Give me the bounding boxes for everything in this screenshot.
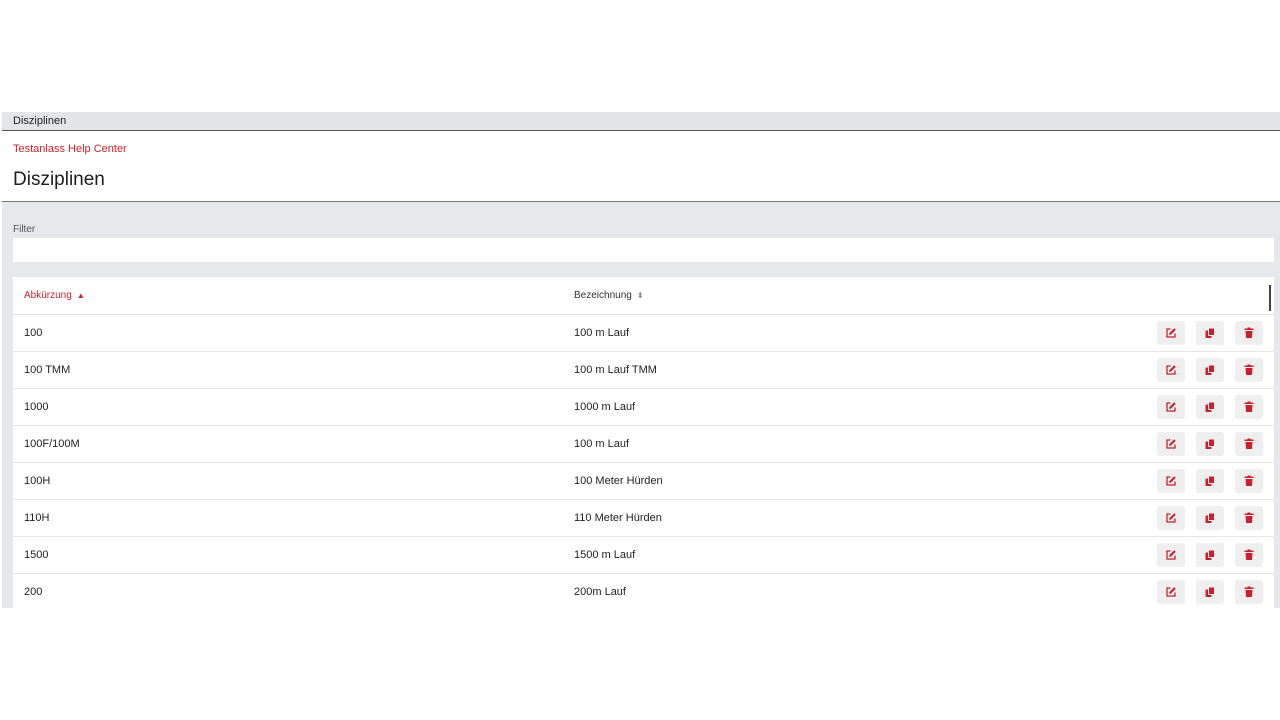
app-window: Disziplinen Testanlass Help Center Diszi… [2,112,1280,608]
copy-button[interactable] [1196,395,1224,419]
table-row[interactable]: 110H 110 Meter Hürden [13,500,1274,537]
delete-button[interactable] [1235,432,1263,456]
trash-icon [1243,549,1255,561]
table-body: 100 100 m Lauf 100 TMM 100 m Lauf TMM 1000 10… [13,315,1274,608]
column-header-abkuerzung[interactable]: Abkürzung ▲ [24,290,85,301]
cell-bezeichnung: 100 m Lauf TMM [574,364,657,376]
row-actions [1157,358,1263,382]
table-row[interactable]: 100H 100 Meter Hürden [13,463,1274,500]
cell-abkuerzung: 100 [24,327,43,339]
copy-button[interactable] [1196,321,1224,345]
trash-icon [1243,512,1255,524]
trash-icon [1243,364,1255,376]
row-actions [1157,395,1263,419]
filter-label: Filter [13,224,36,235]
cell-bezeichnung: 1500 m Lauf [574,549,636,561]
copy-icon [1204,549,1216,561]
delete-button[interactable] [1235,395,1263,419]
delete-button[interactable] [1235,321,1263,345]
edit-icon [1165,364,1177,376]
table-row[interactable]: 1000 1000 m Lauf [13,389,1274,426]
cell-abkuerzung: 1500 [24,549,49,561]
edit-icon [1165,549,1177,561]
copy-button[interactable] [1196,506,1224,530]
row-actions [1157,543,1263,567]
copy-icon [1204,475,1216,487]
cell-abkuerzung: 100H [24,475,51,487]
row-actions [1157,580,1263,604]
cell-bezeichnung: 100 Meter Hürden [574,475,663,487]
copy-icon [1204,586,1216,598]
cell-abkuerzung: 200 [24,586,43,598]
cell-bezeichnung: 100 m Lauf [574,438,630,450]
trash-icon [1243,586,1255,598]
copy-button[interactable] [1196,432,1224,456]
row-actions [1157,469,1263,493]
row-actions [1157,432,1263,456]
edit-button[interactable] [1157,506,1185,530]
disciplines-table: Abkürzung ▲ Bezeichnung ⬍ 100 100 m Lauf 1… [13,277,1274,608]
delete-button[interactable] [1235,506,1263,530]
cell-bezeichnung: 100 m Lauf [574,327,630,339]
filter-input[interactable] [13,238,1274,262]
page-header: Testanlass Help Center Disziplinen [2,131,1280,202]
table-row[interactable]: 100 TMM 100 m Lauf TMM [13,352,1274,389]
page-title: Disziplinen [13,169,105,190]
copy-icon [1204,327,1216,339]
cell-abkuerzung: 100 TMM [24,364,71,376]
breadcrumb[interactable]: Testanlass Help Center [13,143,127,155]
cell-bezeichnung: 110 Meter Hürden [574,512,662,524]
table-row[interactable]: 100 100 m Lauf [13,315,1274,352]
scrollbar-thumb[interactable] [1269,285,1271,311]
table-row[interactable]: 100F/100M 100 m Lauf [13,426,1274,463]
edit-icon [1165,438,1177,450]
table-row[interactable]: 1500 1500 m Lauf [13,537,1274,574]
copy-button[interactable] [1196,543,1224,567]
sort-unsorted-icon: ⬍ [636,290,644,300]
trash-icon [1243,438,1255,450]
column-header-label: Bezeichnung [574,290,632,301]
copy-button[interactable] [1196,469,1224,493]
edit-icon [1165,512,1177,524]
row-actions [1157,506,1263,530]
column-header-label: Abkürzung [24,290,72,301]
copy-icon [1204,401,1216,413]
sort-ascending-icon: ▲ [76,290,85,300]
column-header-bezeichnung[interactable]: Bezeichnung ⬍ [574,290,644,301]
table-header: Abkürzung ▲ Bezeichnung ⬍ [13,277,1274,315]
cell-bezeichnung: 200m Lauf [574,586,626,598]
tab-bar: Disziplinen [2,112,1280,131]
delete-button[interactable] [1235,358,1263,382]
trash-icon [1243,401,1255,413]
edit-icon [1165,586,1177,598]
cell-abkuerzung: 100F/100M [24,438,80,450]
edit-button[interactable] [1157,469,1185,493]
tab-disziplinen[interactable]: Disziplinen [13,115,66,127]
edit-button[interactable] [1157,432,1185,456]
cell-bezeichnung: 1000 m Lauf [574,401,636,413]
copy-icon [1204,438,1216,450]
copy-icon [1204,512,1216,524]
cell-abkuerzung: 110H [24,512,50,524]
delete-button[interactable] [1235,580,1263,604]
edit-icon [1165,327,1177,339]
edit-button[interactable] [1157,395,1185,419]
row-actions [1157,321,1263,345]
edit-button[interactable] [1157,580,1185,604]
edit-button[interactable] [1157,321,1185,345]
edit-button[interactable] [1157,358,1185,382]
table-row[interactable]: 200 200m Lauf [13,574,1274,608]
trash-icon [1243,475,1255,487]
edit-icon [1165,475,1177,487]
edit-button[interactable] [1157,543,1185,567]
copy-button[interactable] [1196,580,1224,604]
copy-button[interactable] [1196,358,1224,382]
cell-abkuerzung: 1000 [24,401,49,413]
delete-button[interactable] [1235,543,1263,567]
copy-icon [1204,364,1216,376]
trash-icon [1243,327,1255,339]
edit-icon [1165,401,1177,413]
delete-button[interactable] [1235,469,1263,493]
